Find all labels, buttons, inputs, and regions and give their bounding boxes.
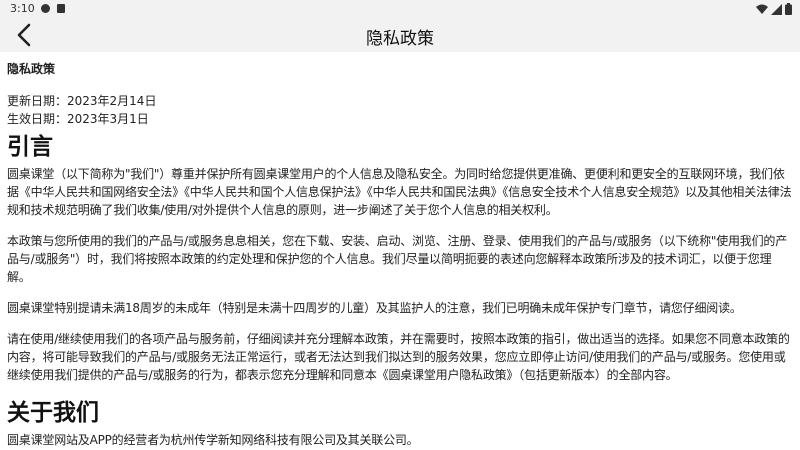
section-heading-intro: 引言 <box>7 134 53 160</box>
notification-icon <box>41 4 50 13</box>
battery-icon <box>785 3 792 15</box>
date-block: 更新日期：2023年2月14日 生效日期：2023年3月1日 <box>7 92 792 128</box>
signal-icon <box>771 3 782 15</box>
intro-paragraph-3: 圆桌课堂特别提请未满18周岁的未成年（特别是未满十四周岁的儿童）及其监护人的注意… <box>7 301 742 315</box>
policy-content[interactable]: 隐私政策 更新日期：2023年2月14日 生效日期：2023年3月1日 引言 圆… <box>7 52 792 450</box>
intro-paragraph-1: 圆桌课堂（以下简称为"我们"）尊重并保护所有圆桌课堂用户的个人信息及隐私安全。为… <box>7 167 792 217</box>
page-title: 隐私政策 <box>366 29 434 49</box>
status-icons <box>756 3 792 15</box>
app-bar: 隐私政策 <box>0 18 800 52</box>
effective-date: 生效日期：2023年3月1日 <box>7 112 149 126</box>
updated-date: 更新日期：2023年2月14日 <box>7 94 157 108</box>
wifi-icon <box>756 4 768 14</box>
app-notification-icon <box>57 4 65 13</box>
about-paragraph-1: 圆桌课堂网站及APP的经营者为杭州传学新知网络科技有限公司及其关联公司。 <box>7 433 419 447</box>
document-title: 隐私政策 <box>7 62 56 76</box>
intro-paragraph-4: 请在使用/继续使用我们的各项产品与服务前，仔细阅读并充分理解本政策，并在需要时，… <box>7 332 790 382</box>
status-bar: 3:10 <box>0 0 800 18</box>
intro-paragraph-2: 本政策与您所使用的我们的产品与/或服务息息相关，您在下载、安装、启动、浏览、注册… <box>7 234 788 284</box>
status-time: 3:10 <box>10 2 35 15</box>
section-heading-about: 关于我们 <box>7 400 99 426</box>
